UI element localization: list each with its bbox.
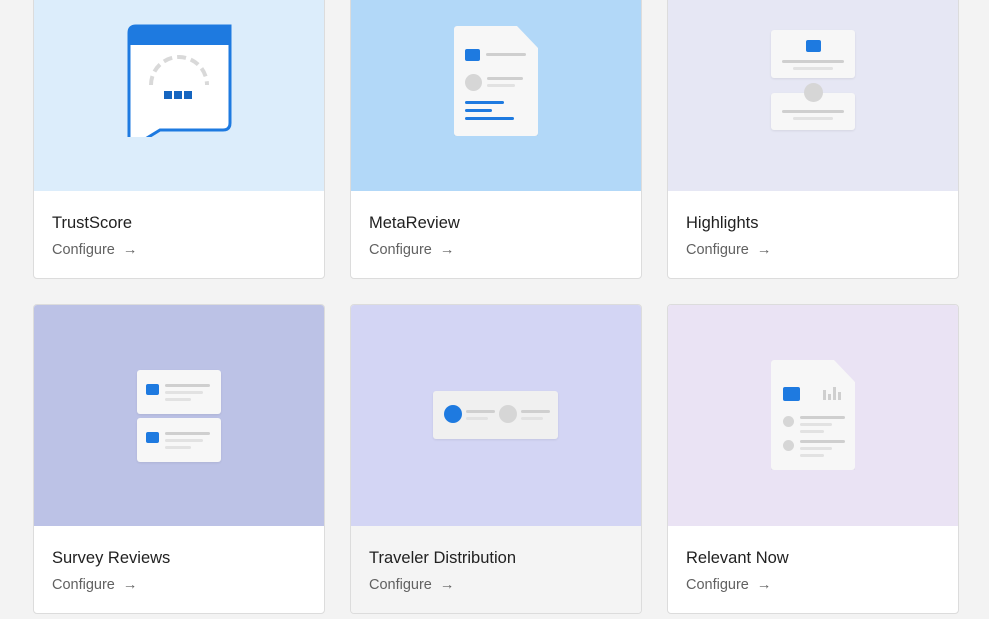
- arrow-right-icon: →: [756, 577, 772, 593]
- widget-card-survey-reviews[interactable]: Survey Reviews Configure →: [33, 304, 325, 614]
- configure-label: Configure: [369, 242, 432, 258]
- arrow-right-icon: →: [122, 242, 138, 258]
- trustscore-illustration: [34, 0, 324, 191]
- distribution-icon: [433, 391, 558, 439]
- card-body: MetaReview Configure →: [351, 191, 641, 278]
- card-body: TrustScore Configure →: [34, 191, 324, 278]
- card-body: Relevant Now Configure →: [668, 526, 958, 613]
- highlights-illustration: [668, 0, 958, 191]
- card-title: Traveler Distribution: [369, 549, 517, 567]
- configure-label: Configure: [52, 577, 115, 593]
- configure-link[interactable]: Configure →: [686, 577, 771, 593]
- widget-card-highlights[interactable]: Highlights Configure →: [667, 0, 959, 279]
- arrow-right-icon: →: [439, 577, 455, 593]
- configure-label: Configure: [52, 242, 115, 258]
- card-title: Relevant Now: [686, 549, 789, 567]
- trustscore-icon: [127, 24, 232, 137]
- relevant-now-illustration: [668, 305, 958, 526]
- arrow-right-icon: →: [122, 577, 138, 593]
- configure-label: Configure: [686, 577, 749, 593]
- survey-reviews-illustration: [34, 305, 324, 526]
- card-title: TrustScore: [52, 214, 133, 232]
- document-icon: [454, 26, 538, 136]
- document-icon: [771, 360, 855, 470]
- configure-label: Configure: [369, 577, 432, 593]
- highlight-card-icon: [771, 30, 855, 78]
- configure-link[interactable]: Configure →: [52, 577, 137, 593]
- widget-card-relevant-now[interactable]: Relevant Now Configure →: [667, 304, 959, 614]
- traveler-distribution-illustration: [351, 305, 641, 526]
- configure-link[interactable]: Configure →: [686, 242, 771, 258]
- card-body: Highlights Configure →: [668, 191, 958, 278]
- card-title: Highlights: [686, 214, 759, 232]
- highlight-card-icon: [771, 83, 855, 130]
- configure-link[interactable]: Configure →: [369, 242, 454, 258]
- widget-card-trustscore[interactable]: TrustScore Configure →: [33, 0, 325, 279]
- arrow-right-icon: →: [756, 242, 772, 258]
- configure-link[interactable]: Configure →: [369, 577, 454, 593]
- metareview-illustration: [351, 0, 641, 191]
- review-card-icon: [137, 418, 221, 462]
- arrow-right-icon: →: [439, 242, 455, 258]
- card-body: Survey Reviews Configure →: [34, 526, 324, 613]
- card-title: MetaReview: [369, 214, 460, 232]
- widget-card-metareview[interactable]: MetaReview Configure →: [350, 0, 642, 279]
- configure-link[interactable]: Configure →: [52, 242, 137, 258]
- widget-card-traveler-distribution[interactable]: Traveler Distribution Configure →: [350, 304, 642, 614]
- review-card-icon: [137, 370, 221, 414]
- card-body: Traveler Distribution Configure →: [351, 526, 641, 613]
- card-title: Survey Reviews: [52, 549, 171, 567]
- configure-label: Configure: [686, 242, 749, 258]
